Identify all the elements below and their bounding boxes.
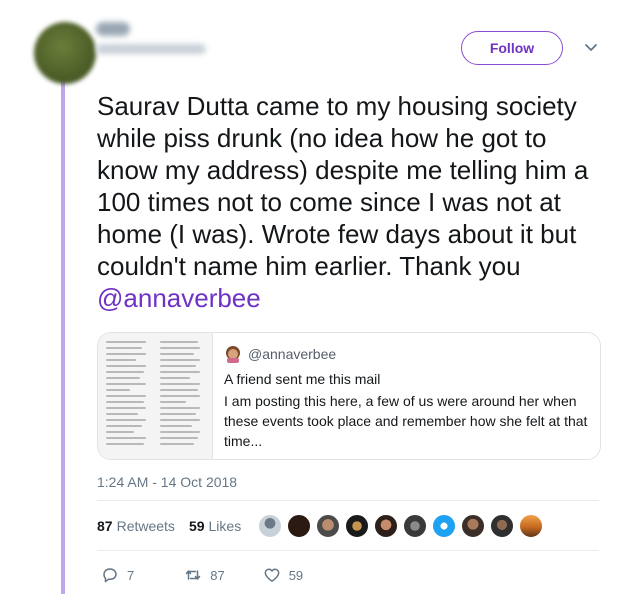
author-name-blurred[interactable]	[96, 22, 206, 54]
retweet-icon	[185, 570, 201, 580]
quoted-text: I am posting this here, a few of us were…	[224, 393, 588, 449]
liker-avatar[interactable]	[287, 514, 311, 538]
tweet-timestamp[interactable]: 1:24 AM - 14 Oct 2018	[97, 474, 237, 490]
quoted-tweet-image[interactable]	[98, 333, 213, 459]
like-count: 59	[288, 567, 304, 583]
liker-avatar[interactable]	[432, 514, 456, 538]
reply-button[interactable]: 7	[101, 566, 134, 584]
like-button[interactable]: 59	[263, 566, 303, 584]
tweet-actions: 7 87 59	[101, 566, 303, 584]
liker-avatar[interactable]	[461, 514, 485, 538]
likes-label[interactable]: Likes	[209, 518, 242, 534]
retweets-count[interactable]: 87	[97, 518, 113, 534]
likes-count[interactable]: 59	[189, 518, 205, 534]
reply-count: 7	[127, 567, 135, 583]
woman-emoji-icon	[226, 346, 240, 363]
liker-avatar[interactable]	[403, 514, 427, 538]
tweet-body: Saurav Dutta came to my housing society …	[97, 91, 589, 281]
tweet-text: Saurav Dutta came to my housing society …	[97, 90, 607, 314]
liker-avatar[interactable]	[258, 514, 282, 538]
liker-avatar[interactable]	[345, 514, 369, 538]
avatar[interactable]	[34, 22, 96, 84]
liker-avatars	[258, 514, 548, 538]
liker-avatar[interactable]	[374, 514, 398, 538]
retweet-button[interactable]: 87	[184, 566, 225, 584]
quoted-tweet-body: @annaverbee A friend sent me this mail I…	[224, 341, 594, 451]
quoted-title: A friend sent me this mail	[224, 371, 381, 387]
reply-icon	[103, 568, 117, 583]
quoted-handle[interactable]: @annaverbee	[248, 346, 336, 362]
heart-icon	[264, 568, 280, 582]
liker-avatar[interactable]	[490, 514, 514, 538]
divider	[97, 550, 599, 551]
chevron-down-icon[interactable]	[583, 39, 599, 55]
thread-line	[61, 70, 65, 594]
follow-button[interactable]: Follow	[461, 31, 563, 65]
tweet-card: Follow Saurav Dutta came to my housing s…	[0, 0, 639, 594]
mention-link[interactable]: @annaverbee	[97, 283, 261, 313]
retweets-label[interactable]: Retweets	[117, 518, 175, 534]
retweet-count: 87	[210, 567, 225, 583]
quoted-tweet[interactable]: @annaverbee A friend sent me this mail I…	[97, 332, 601, 460]
liker-avatar[interactable]	[316, 514, 340, 538]
handle-blurred	[96, 44, 206, 54]
divider	[97, 500, 599, 501]
display-name-blurred	[96, 22, 130, 36]
engagement-stats: 87 Retweets 59 Likes	[97, 518, 241, 534]
liker-avatar[interactable]	[519, 514, 543, 538]
